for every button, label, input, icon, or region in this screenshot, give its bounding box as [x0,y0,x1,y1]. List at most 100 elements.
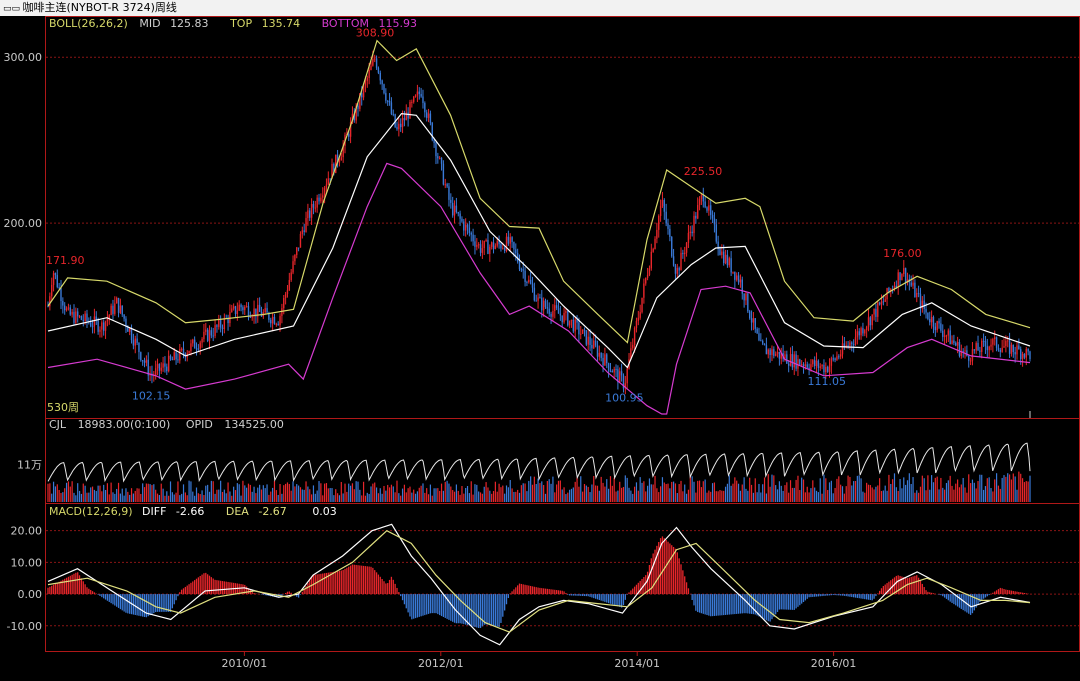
volume-bar [869,485,871,502]
candle-body [411,101,413,103]
volume-bar [359,489,361,502]
volume-bar [151,485,153,502]
volume-bar [789,480,792,502]
candle-body [710,205,712,215]
candle-body [327,178,330,185]
candle-body [533,287,536,301]
candle-body [958,341,961,356]
candle-body [899,272,901,281]
candle-body [511,237,513,243]
volume-bar [455,484,457,502]
volume-bar [988,477,990,502]
volume-bar [685,493,688,502]
volume-bar [292,481,294,502]
volume-bar [489,490,491,502]
candle-body [210,330,213,336]
volume-bar [832,493,834,502]
futures-chart[interactable]: 171.90102.15308.90100.95225.50111.05176.… [0,16,1080,681]
volume-bar [880,490,883,502]
candle-body [258,304,261,312]
candle-body [968,355,970,361]
volume-bar [565,494,567,502]
volume-bar [437,488,439,502]
candle-body [117,297,120,313]
candle-body [548,308,550,314]
candle-body [825,367,827,373]
candle-body [489,246,491,254]
volume-bar [142,483,144,502]
volume-bar [309,489,311,502]
volume-bar [517,489,519,502]
volume-bar [890,483,892,502]
candle-body [600,352,602,358]
volume-bar [162,488,164,502]
volume-bar [984,486,987,502]
volume-bar [182,484,185,502]
volume-bar [652,484,654,502]
candle-body [830,358,833,366]
volume-bar [149,484,151,502]
volume-bar [1014,476,1016,502]
candle-body [284,294,287,298]
candle-body [494,245,497,249]
volume-bar [752,492,755,502]
candle-body [637,317,640,322]
volume-bar [925,490,927,502]
volume-bar [331,488,333,502]
volume-bar [750,484,753,502]
volume-bar [765,493,768,502]
candle-body [361,93,363,98]
candle-body [192,339,194,344]
volume-bar [626,477,628,502]
volume-bar [491,493,493,502]
volume-bar [465,488,467,502]
volume-bar [632,493,634,502]
volume-bar [312,485,315,502]
candle-body [652,249,654,252]
volume-bar [416,491,419,502]
candle-body [318,197,320,202]
volume-bar [234,490,237,502]
volume-bar [968,474,970,502]
volume-bar [658,492,660,502]
volume-bar [827,490,829,502]
candle-body [461,218,463,222]
volume-bar [518,492,521,502]
macd-y-tick: 0.00 [18,588,43,601]
candle-body [895,285,898,288]
volume-bar [212,481,214,502]
volume-bar [687,489,690,502]
candle-body [917,292,920,294]
volume-bar [912,477,914,502]
volume-bar [288,484,290,502]
volume-bar [643,481,645,502]
volume-bar [847,475,849,502]
volume-bar [802,479,805,502]
volume-bar [873,489,875,502]
candle-body [988,346,990,351]
candle-body [904,268,907,283]
candle-body [726,254,729,266]
volume-bar [567,492,569,502]
candle-body [554,305,556,311]
volume-bar [1027,481,1029,502]
candle-body [658,215,660,230]
candle-body [949,330,951,345]
volume-bar [574,481,576,502]
volume-bar [860,478,862,502]
candle-body [502,247,504,249]
volume-bar [73,492,75,502]
volume-bar [127,491,129,502]
candle-body [615,369,617,371]
volume-bar [756,492,758,502]
volume-bar [990,488,992,502]
candle-body [115,297,118,304]
volume-bar [840,484,842,502]
volume-bar [424,492,426,502]
boll-top-value: 135.74 [262,17,301,30]
candle-body [648,268,651,275]
candle-body [561,315,563,323]
candle-body [288,280,291,291]
chart-window-icon[interactable]: ▭▭ [3,1,20,17]
volume-bar [851,485,853,502]
